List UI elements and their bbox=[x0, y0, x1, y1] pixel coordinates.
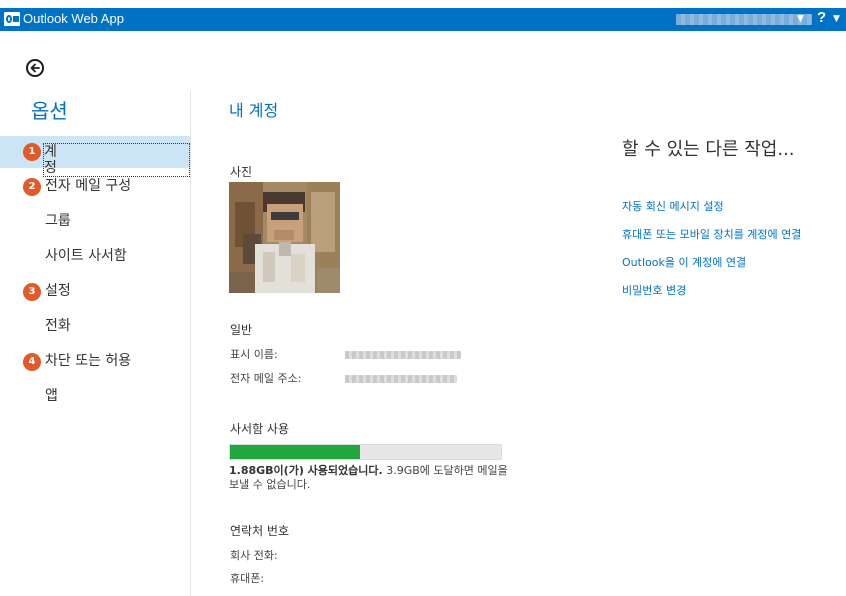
display-name-value bbox=[345, 351, 461, 359]
mobile-phone-label: 휴대폰: bbox=[230, 572, 265, 585]
nav-item[interactable]: 전화 bbox=[0, 311, 190, 343]
page-title: 내 계정 bbox=[229, 101, 279, 120]
nav-item[interactable]: 3 설정 bbox=[0, 276, 190, 308]
nav-item[interactable]: 2 전자 메일 구성 bbox=[0, 171, 190, 203]
general-label: 일반 bbox=[230, 323, 253, 337]
nav-item[interactable]: 사이트 사서함 bbox=[0, 241, 190, 273]
nav-item[interactable]: 앱 bbox=[0, 381, 190, 413]
connect-outlook-link[interactable]: Outlook을 이 계정에 연결 bbox=[622, 256, 746, 270]
profile-photo[interactable] bbox=[229, 182, 340, 293]
mailbox-usage-fill bbox=[230, 445, 361, 459]
nav-item-label: 전자 메일 구성 bbox=[45, 178, 132, 194]
step-number-badge: 4 bbox=[23, 353, 41, 371]
step-number-badge: 1 bbox=[23, 143, 41, 161]
display-name-label: 표시 이름: bbox=[230, 348, 278, 361]
outlook-logo-icon bbox=[4, 12, 20, 26]
chevron-down-icon[interactable]: ▼ bbox=[833, 12, 840, 26]
auto-reply-link[interactable]: 자동 회신 메시지 설정 bbox=[622, 200, 724, 214]
contact-numbers-label: 연락처 번호 bbox=[230, 524, 290, 538]
email-address-value bbox=[345, 375, 457, 383]
work-phone-label: 회사 전화: bbox=[230, 549, 278, 562]
connect-mobile-link[interactable]: 휴대폰 또는 모바일 장치를 계정에 연결 bbox=[622, 228, 801, 242]
user-name[interactable] bbox=[676, 14, 812, 25]
mailbox-usage-bar bbox=[229, 444, 502, 460]
chevron-down-icon[interactable]: ▼ bbox=[797, 12, 804, 26]
app-title: Outlook Web App bbox=[23, 11, 124, 26]
back-arrow-icon[interactable] bbox=[26, 59, 44, 77]
usage-used-text: 1.88GB이(가) 사용되었습니다. bbox=[229, 464, 383, 477]
nav-item-label: 앱 bbox=[45, 388, 58, 404]
step-number-badge: 2 bbox=[23, 178, 41, 196]
nav-item-label: 사이트 사서함 bbox=[45, 248, 127, 264]
mailbox-usage-label: 사서함 사용 bbox=[230, 422, 290, 436]
nav-heading: 옵션 bbox=[31, 99, 68, 123]
mailbox-usage-text: 1.88GB이(가) 사용되었습니다. 3.9GB에 도달하면 메일을 보낼 수… bbox=[229, 464, 519, 492]
change-password-link[interactable]: 비밀번호 변경 bbox=[622, 284, 686, 298]
email-address-label: 전자 메일 주소: bbox=[230, 372, 302, 385]
photo-label: 사진 bbox=[230, 165, 253, 179]
nav-item[interactable]: 그룹 bbox=[0, 206, 190, 238]
nav-divider bbox=[190, 91, 191, 596]
other-tasks-heading: 할 수 있는 다른 작업... bbox=[622, 139, 795, 160]
nav-item[interactable]: 4 차단 또는 허용 bbox=[0, 346, 190, 378]
nav-item-label: 설정 bbox=[45, 283, 71, 299]
top-bar: Outlook Web App ▼ ? ▼ bbox=[0, 8, 846, 31]
nav-item-label: 차단 또는 허용 bbox=[45, 353, 132, 369]
nav-item-label: 그룹 bbox=[45, 213, 71, 229]
nav-item-label: 전화 bbox=[45, 318, 71, 334]
help-icon[interactable]: ? bbox=[817, 9, 826, 27]
nav-item[interactable]: 1 계정 bbox=[0, 136, 190, 177]
step-number-badge: 3 bbox=[23, 283, 41, 301]
